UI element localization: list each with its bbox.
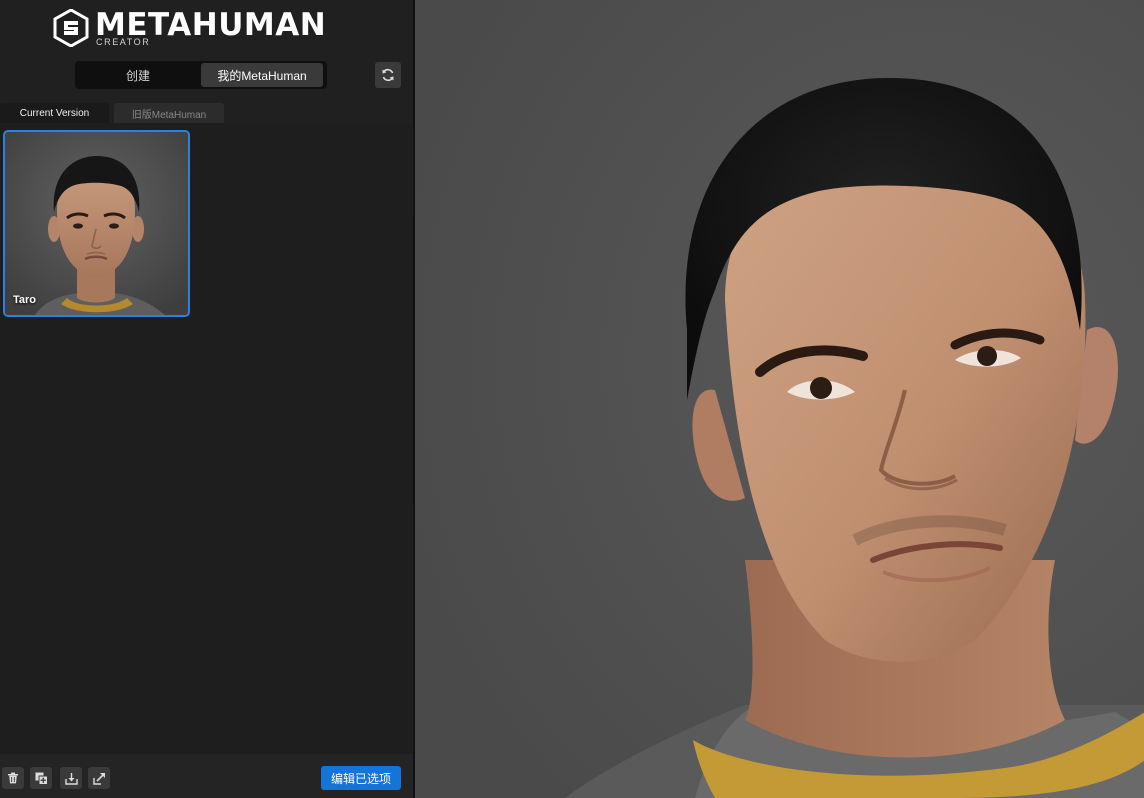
logo-subtitle: CREATOR [96,37,151,47]
refresh-icon [382,68,394,82]
download-icon [64,772,78,785]
edit-selected-button[interactable]: 编辑已选项 [321,766,401,790]
tab-legacy-metahuman[interactable]: 旧版MetaHuman [114,103,224,123]
tab-current-version[interactable]: Current Version [0,103,109,123]
header: METAHUMAN CREATOR 创建 我的MetaHuman Current… [0,0,414,123]
metahuman-logo: METAHUMAN CREATOR [53,9,326,47]
left-panel: METAHUMAN CREATOR 创建 我的MetaHuman Current… [0,0,414,798]
export-button[interactable] [88,767,110,789]
download-button[interactable] [60,767,82,789]
metahuman-logo-icon [53,9,89,47]
character-preview [415,0,1144,798]
character-viewport[interactable] [415,0,1144,798]
character-name: Taro [13,294,37,306]
version-tabs: Current Version 旧版MetaHuman [0,103,224,123]
mode-toggle: 创建 我的MetaHuman [75,61,327,89]
delete-button[interactable] [2,767,24,789]
export-icon [92,772,105,785]
duplicate-icon [35,772,48,785]
refresh-button[interactable] [375,62,401,88]
create-mode-button[interactable]: 创建 [75,61,201,89]
duplicate-button[interactable] [30,767,52,789]
footer-toolbar: 编辑已选项 [0,754,414,798]
character-thumbnail [5,132,188,315]
trash-icon [8,772,18,784]
character-card-taro[interactable]: Taro [3,130,190,317]
my-metahuman-mode-button[interactable]: 我的MetaHuman [201,63,323,87]
